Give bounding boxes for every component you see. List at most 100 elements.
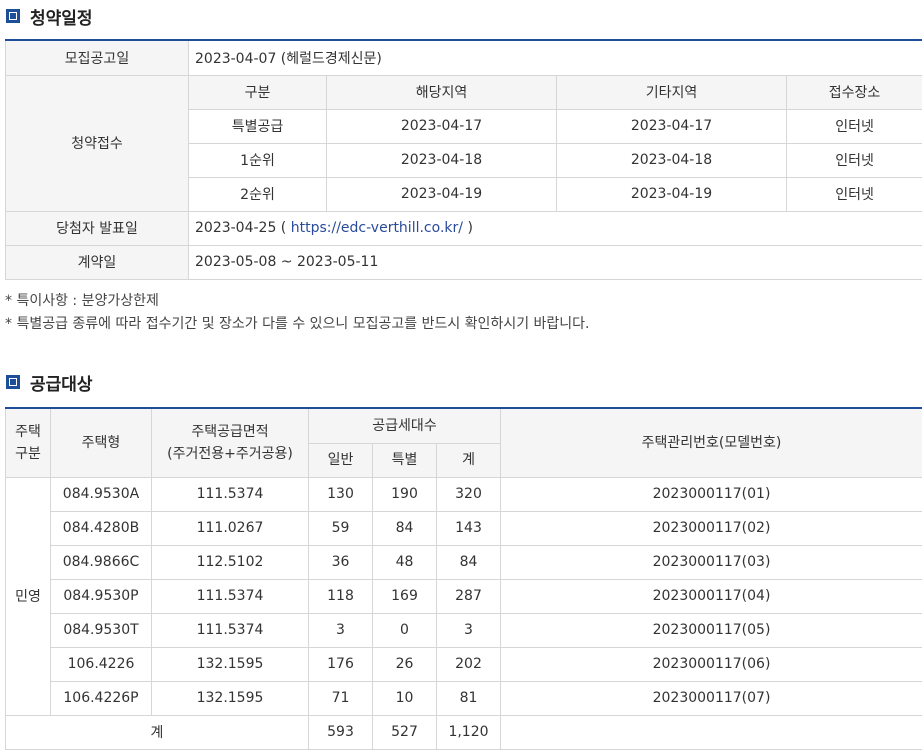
general-header: 일반: [308, 442, 373, 478]
supply-cell: 143: [435, 510, 502, 546]
supply-cell: 2023000117(04): [500, 578, 922, 614]
supply-cell: 2023000117(02): [500, 510, 922, 546]
contract-label: 계약일: [5, 244, 189, 280]
schedule-title: 청약일정: [30, 8, 93, 29]
supply-section-title: 공급대상: [6, 370, 93, 395]
supply-cell: 111.5374: [151, 476, 309, 512]
supply-cell: 132.1595: [151, 680, 309, 716]
schedule-cell: 2023-04-17: [556, 108, 787, 144]
category-cell: 민영: [5, 476, 51, 716]
supply-cell: 118: [308, 578, 373, 614]
winner-label: 당첨자 발표일: [5, 210, 189, 246]
schedule-cell: 특별공급: [188, 108, 327, 144]
schedule-cell: 2순위: [188, 176, 327, 212]
total-label: 계: [5, 714, 309, 750]
winner-close: ): [467, 220, 473, 236]
supply-cell: 320: [435, 476, 502, 512]
schedule-cell: 인터넷: [785, 176, 922, 212]
schedule-cell: 2023-04-19: [556, 176, 787, 212]
supply-cell: 0: [372, 612, 437, 648]
mgmt-no-header: 주택관리번호(모델번호): [500, 407, 922, 478]
supply-row: 084.9530P 111.5374 118 169 287 202300011…: [6, 578, 922, 614]
supply-cell: 190: [372, 476, 437, 512]
supply-cell: 48: [372, 544, 437, 580]
total-empty: [500, 714, 922, 750]
supply-row: 민영 084.9530A 111.5374 130 190 320 202300…: [5, 476, 922, 716]
supply-cell: 2023000117(03): [500, 544, 922, 580]
winner-link[interactable]: https://edc-verthill.co.kr/: [291, 220, 463, 236]
supply-cell: 106.4226: [50, 646, 152, 682]
supply-cell: 3: [435, 612, 502, 648]
col-other: 기타지역: [556, 74, 787, 110]
schedule-cell: 인터넷: [785, 108, 922, 144]
supply-cell: 59: [308, 510, 373, 546]
housing-type-header: 주택구분: [5, 407, 51, 478]
supply-cell: 130: [308, 476, 373, 512]
special-header: 특별: [372, 442, 437, 478]
supply-cell: 111.0267: [151, 510, 309, 546]
supply-cell: 111.5374: [151, 612, 309, 648]
winner-row: 당첨자 발표일 2023-04-25 ( https://edc-verthil…: [5, 210, 922, 246]
subscription-header-row: 청약접수 구분 해당지역 기타지역 접수장소: [5, 74, 922, 212]
supply-cell: 81: [435, 680, 502, 716]
supply-row: 106.4226 132.1595 176 26 202 2023000117(…: [6, 646, 922, 682]
supply-cell: 2023000117(07): [500, 680, 922, 716]
units-header: 공급세대수: [307, 407, 502, 444]
model-header: 주택형: [50, 407, 152, 478]
supply-cell: 36: [308, 544, 373, 580]
schedule-cell: 인터넷: [785, 142, 922, 178]
supply-cell: 084.4280B: [50, 510, 152, 546]
col-category: 구분: [188, 74, 327, 110]
schedule-cell: 2023-04-17: [326, 108, 557, 144]
winner-date: 2023-04-25 (: [195, 220, 287, 236]
schedule-table: 모집공고일 2023-04-07 (헤럴드경제신문) 청약접수 구분 해당지역 …: [5, 39, 922, 280]
supply-title: 공급대상: [30, 374, 93, 395]
supply-row: 084.9866C 112.5102 36 48 84 2023000117(0…: [6, 544, 922, 580]
schedule-cell: 2023-04-19: [326, 176, 557, 212]
col-local: 해당지역: [326, 74, 557, 110]
schedule-cell: 1순위: [188, 142, 327, 178]
area-line1: 주택공급면적: [191, 423, 269, 440]
square-bullet-icon: [6, 375, 20, 389]
note-line: * 특이사항 : 분양가상한제: [5, 293, 159, 309]
schedule-cell: 2023-04-18: [556, 142, 787, 178]
supply-row: 106.4226P 132.1595 71 10 81 2023000117(0…: [6, 680, 922, 716]
supply-row: 084.9530T 111.5374 3 0 3 2023000117(05): [6, 612, 922, 648]
note-line: * 특별공급 종류에 따라 접수기간 및 장소가 다를 수 있으니 모집공고를 …: [5, 316, 590, 332]
supply-cell: 111.5374: [151, 578, 309, 614]
supply-cell: 10: [372, 680, 437, 716]
supply-cell: 106.4226P: [50, 680, 152, 716]
supply-cell: 084.9530T: [50, 612, 152, 648]
total-special: 527: [372, 714, 437, 750]
supply-row: 084.4280B 111.0267 59 84 143 2023000117(…: [6, 510, 922, 546]
contract-row: 계약일 2023-05-08 ~ 2023-05-11: [5, 244, 922, 280]
announce-row: 모집공고일 2023-04-07 (헤럴드경제신문): [5, 39, 922, 76]
total-header: 계: [435, 442, 502, 478]
supply-cell: 2023000117(06): [500, 646, 922, 682]
supply-total-row: 계 593 527 1,120: [5, 714, 922, 750]
supply-cell: 169: [372, 578, 437, 614]
housing-type-line2: 구분: [15, 445, 41, 462]
supply-cell: 84: [372, 510, 437, 546]
supply-cell: 84: [435, 544, 502, 580]
supply-cell: 084.9530P: [50, 578, 152, 614]
contract-value: 2023-05-08 ~ 2023-05-11: [187, 244, 922, 280]
supply-table: 주택구분 주택형 주택공급면적 (주거전용+주거공용) 공급세대수 주택관리번호(…: [5, 407, 922, 750]
notes: * 특이사항 : 분양가상한제 * 특별공급 종류에 따라 접수기간 및 장소가…: [5, 290, 590, 336]
square-bullet-icon: [6, 9, 20, 23]
winner-value: 2023-04-25 ( https://edc-verthill.co.kr/…: [187, 210, 922, 246]
supply-cell: 202: [435, 646, 502, 682]
total-all: 1,120: [435, 714, 502, 750]
supply-cell: 71: [308, 680, 373, 716]
announce-value: 2023-04-07 (헤럴드경제신문): [187, 39, 922, 76]
housing-type-line1: 주택: [15, 423, 41, 440]
area-line2: (주거전용+주거공용): [167, 445, 293, 462]
area-header: 주택공급면적 (주거전용+주거공용): [151, 407, 309, 478]
supply-cell: 112.5102: [151, 544, 309, 580]
schedule-cell: 2023-04-18: [326, 142, 557, 178]
supply-cell: 2023000117(01): [500, 476, 922, 512]
supply-cell: 287: [435, 578, 502, 614]
subscription-label: 청약접수: [5, 74, 189, 212]
supply-cell: 084.9530A: [50, 476, 152, 512]
supply-header-row: 주택구분 주택형 주택공급면적 (주거전용+주거공용) 공급세대수 주택관리번호(…: [5, 407, 922, 478]
